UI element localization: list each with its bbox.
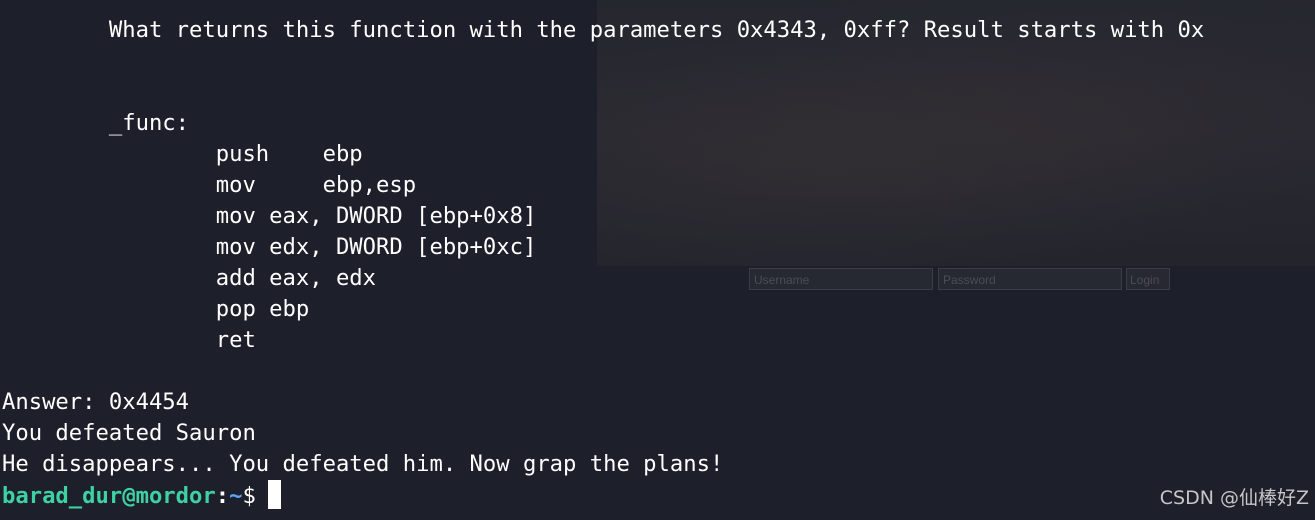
- terminal-line-answer: Answer: 0x4454: [2, 389, 190, 415]
- terminal-line-asm: add eax, edx: [2, 265, 377, 291]
- terminal-line-asm: push ebp: [2, 141, 363, 167]
- terminal-cursor[interactable]: [267, 480, 281, 509]
- terminal-line-asm: mov ebp,esp: [2, 172, 417, 198]
- terminal-line-question: What returns this function with the para…: [2, 17, 1205, 43]
- terminal-line-asm: mov eax, DWORD [ebp+0x8]: [2, 203, 537, 229]
- prompt-separator: :: [215, 483, 230, 509]
- terminal-line-asm: ret: [2, 327, 256, 353]
- terminal-line-message: He disappears... You defeated him. Now g…: [2, 451, 724, 477]
- terminal-line-asm: mov edx, DWORD [ebp+0xc]: [2, 234, 537, 260]
- prompt-path: ~: [229, 483, 243, 509]
- terminal-output[interactable]: What returns this function with the para…: [2, 15, 1315, 511]
- prompt-symbol: $: [242, 483, 256, 509]
- prompt-user-host: barad_dur@mordor: [2, 483, 216, 509]
- watermark-text: CSDN @仙棒好Z: [1159, 487, 1309, 509]
- terminal-line-func-label: _func:: [2, 110, 190, 136]
- terminal-prompt[interactable]: barad_dur@mordor:~$: [2, 480, 1315, 511]
- terminal-line-asm: pop ebp: [2, 296, 310, 322]
- terminal-line-message: You defeated Sauron: [2, 420, 256, 446]
